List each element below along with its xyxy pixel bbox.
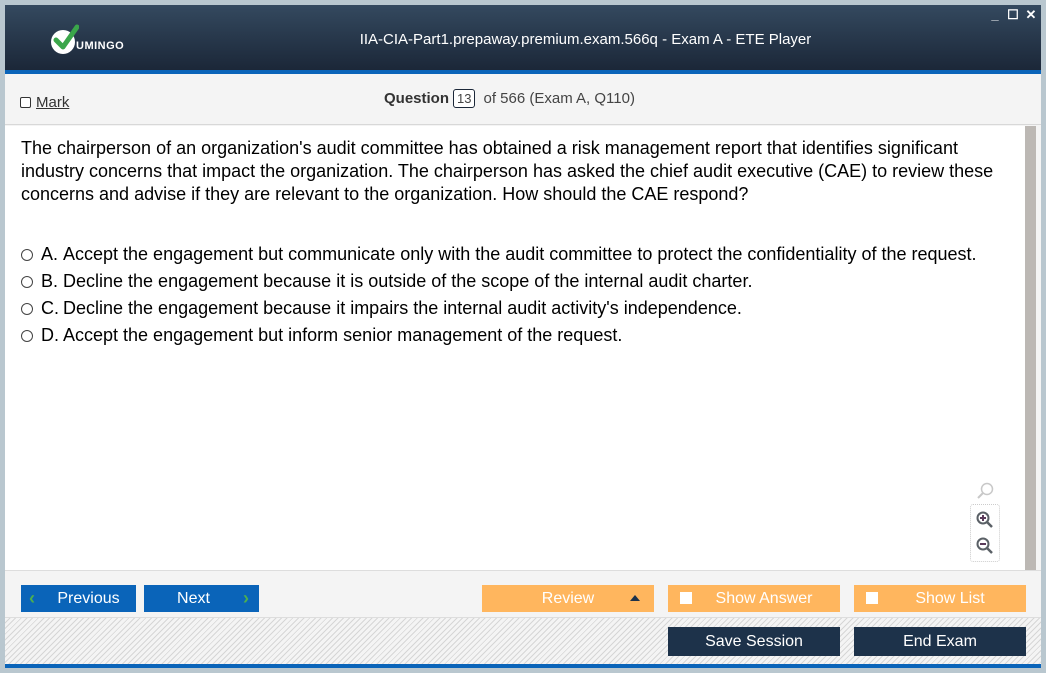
- question-indicator: Question 13 of 566 (Exam A, Q110): [384, 89, 635, 108]
- answer-letter: D.: [41, 325, 59, 345]
- question-text: The chairperson of an organization's aud…: [21, 138, 994, 204]
- checkbox-icon[interactable]: [680, 592, 692, 604]
- mark-label[interactable]: Mark: [36, 94, 69, 111]
- zoom-controls: [970, 504, 1000, 562]
- chevron-left-icon: ‹: [29, 588, 35, 608]
- question-info: of 566 (Exam A, Q110): [483, 90, 635, 107]
- vertical-scrollbar[interactable]: [1025, 126, 1036, 570]
- answer-letter: A.: [41, 244, 59, 264]
- zoom-in-icon[interactable]: [971, 507, 999, 533]
- show-answer-label: Show Answer: [715, 589, 813, 607]
- chevron-right-icon: ›: [243, 588, 249, 608]
- question-header: Mark Question 13 of 566 (Exam A, Q110): [5, 78, 1041, 125]
- maximize-button[interactable]: ☐: [1007, 7, 1019, 23]
- checkbox-icon[interactable]: [20, 97, 31, 108]
- end-exam-button[interactable]: End Exam: [854, 627, 1026, 656]
- answer-option-c[interactable]: C. Decline the engagement because it imp…: [21, 297, 1011, 320]
- question-label: Question: [384, 90, 450, 107]
- show-list-toggle[interactable]: Show List: [854, 585, 1026, 612]
- answer-option-d[interactable]: D. Accept the engagement but inform seni…: [21, 324, 1011, 347]
- footer-accent-line: [5, 664, 1041, 668]
- review-button[interactable]: Review: [482, 585, 654, 612]
- mark-checkbox[interactable]: Mark: [20, 94, 69, 111]
- answer-text: Decline the engagement because it impair…: [63, 298, 742, 318]
- checkbox-icon[interactable]: [866, 592, 878, 604]
- radio-button[interactable]: [21, 249, 33, 261]
- navigation-bar: ‹ Previous Next › Review Show Answer Sho…: [5, 570, 1041, 617]
- answer-text: Accept the engagement but communicate on…: [63, 244, 977, 264]
- radio-button[interactable]: [21, 303, 33, 315]
- question-content: The chairperson of an organization's aud…: [5, 126, 1025, 570]
- show-list-label: Show List: [915, 589, 985, 607]
- answer-list: A. Accept the engagement but communicate…: [21, 243, 1011, 351]
- previous-button[interactable]: ‹ Previous: [21, 585, 136, 612]
- caret-up-icon: [630, 595, 640, 601]
- next-label: Next: [177, 589, 210, 607]
- title-bar: UMINGO IIA-CIA-Part1.prepaway.premium.ex…: [5, 5, 1041, 74]
- close-button[interactable]: ✕: [1025, 7, 1037, 23]
- footer-bar: Save Session End Exam: [5, 617, 1041, 664]
- radio-button[interactable]: [21, 276, 33, 288]
- zoom-tools: [970, 478, 1000, 562]
- ete-player-window: UMINGO IIA-CIA-Part1.prepaway.premium.ex…: [5, 5, 1041, 668]
- zoom-out-icon[interactable]: [971, 533, 999, 559]
- answer-letter: C.: [41, 298, 59, 318]
- question-number-input[interactable]: 13: [453, 89, 476, 108]
- next-button[interactable]: Next ›: [144, 585, 259, 612]
- window-title: IIA-CIA-Part1.prepaway.premium.exam.566q…: [359, 31, 812, 48]
- answer-text: Accept the engagement but inform senior …: [63, 325, 623, 345]
- answer-letter: B.: [41, 271, 59, 291]
- review-label: Review: [541, 589, 595, 607]
- save-session-button[interactable]: Save Session: [668, 627, 840, 656]
- minimize-button[interactable]: _: [989, 7, 1001, 23]
- show-answer-toggle[interactable]: Show Answer: [668, 585, 840, 612]
- radio-button[interactable]: [21, 330, 33, 342]
- answer-option-b[interactable]: B. Decline the engagement because it is …: [21, 270, 1011, 293]
- answer-option-a[interactable]: A. Accept the engagement but communicate…: [21, 243, 1011, 266]
- answer-text: Decline the engagement because it is out…: [63, 271, 753, 291]
- window-controls: _ ☐ ✕: [989, 7, 1037, 23]
- magnifier-icon[interactable]: [970, 478, 1000, 504]
- previous-label: Previous: [57, 589, 120, 607]
